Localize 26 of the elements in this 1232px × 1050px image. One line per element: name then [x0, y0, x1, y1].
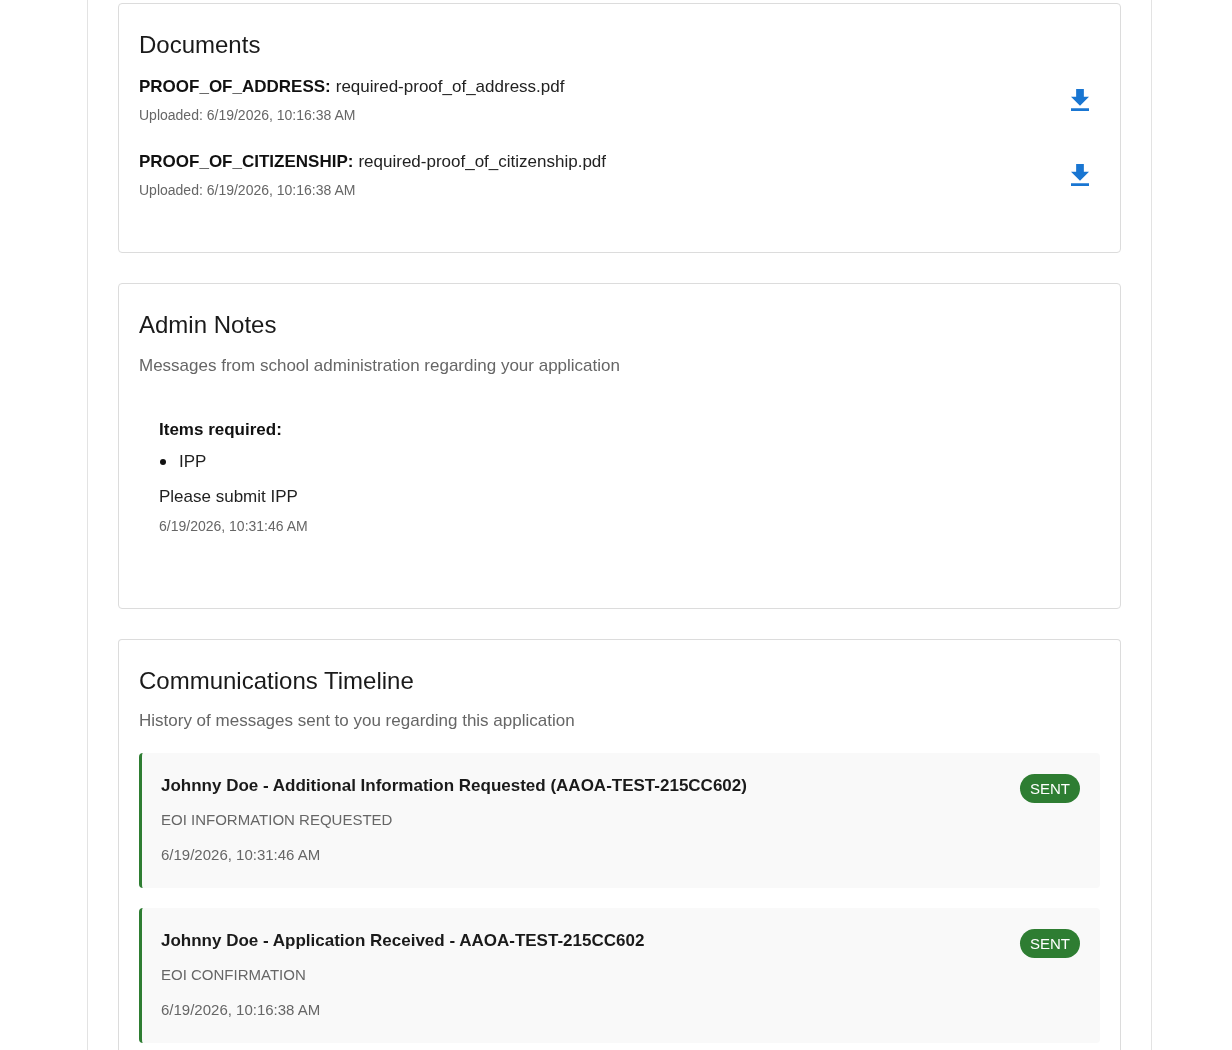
file-name: required-proof_of_address.pdf — [335, 77, 565, 96]
section-title: Admin Notes — [139, 310, 278, 340]
note-timestamp: 6/19/2026, 10:31:46 AM — [159, 517, 309, 535]
message-subject: Johnny Doe - Additional Information Requested (AAOA-TEST-215CC602) — [161, 775, 747, 797]
upload-date: Uploaded: 6/19/2026, 10:16:38 AM — [139, 106, 357, 124]
section-subtitle: Messages from school administration regarding your application — [139, 355, 621, 377]
upload-date: Uploaded: 6/19/2026, 10:16:38 AM — [139, 181, 357, 199]
note-heading: Items required: — [159, 419, 283, 441]
message-subject: Johnny Doe - Application Received - AAOA-TEST-215CC602 — [161, 930, 645, 952]
file-name: required-proof_of_citizenship.pdf — [358, 152, 607, 171]
download-icon — [1071, 88, 1089, 111]
section-title: Documents — [139, 30, 262, 60]
download-icon — [1071, 163, 1089, 186]
required-item: IPP — [179, 451, 207, 473]
message-timestamp: 6/19/2026, 10:31:46 AM — [161, 845, 322, 865]
message-category: EOI CONFIRMATION — [161, 965, 307, 985]
document-type-label: PROOF_OF_CITIZENSHIP: — [139, 152, 354, 171]
document-type-label: PROOF_OF_ADDRESS: — [139, 77, 331, 96]
status-badge: SENT — [1020, 929, 1080, 958]
section-subtitle: History of messages sent to you regarding this application — [139, 710, 576, 732]
section-title: Communications Timeline — [139, 666, 415, 696]
status-badge: SENT — [1020, 774, 1080, 803]
message-timestamp: 6/19/2026, 10:16:38 AM — [161, 1000, 322, 1020]
note-message: Please submit IPP — [159, 486, 299, 508]
message-category: EOI INFORMATION REQUESTED — [161, 810, 394, 830]
bullet-icon — [160, 459, 166, 465]
